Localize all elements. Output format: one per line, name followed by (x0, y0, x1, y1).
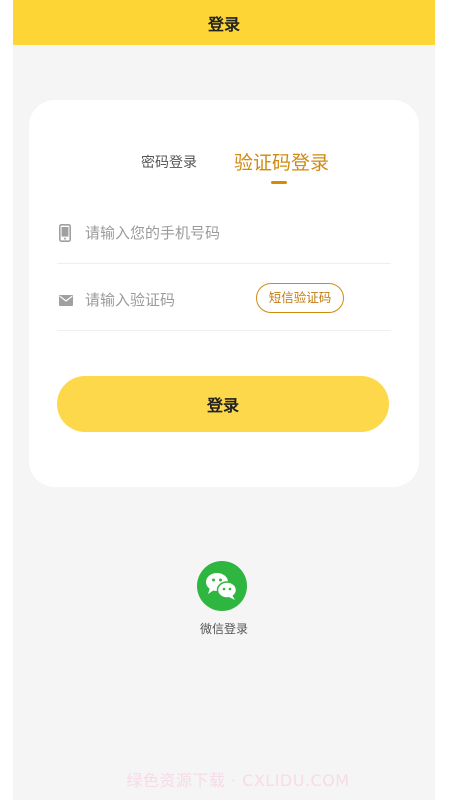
active-tab-indicator (271, 181, 287, 184)
code-field: 短信验证码 (57, 270, 391, 331)
phone-field (57, 203, 391, 264)
send-sms-code-button[interactable]: 短信验证码 (256, 283, 344, 313)
login-screen: 登录 密码登录 验证码登录 短信验证码 (13, 0, 435, 800)
phone-input[interactable] (83, 219, 257, 247)
wechat-login-button[interactable] (197, 561, 247, 611)
top-bar: 登录 (13, 0, 435, 45)
wechat-icon (206, 573, 238, 600)
tab-code-login[interactable]: 验证码登录 (234, 148, 329, 175)
login-button[interactable]: 登录 (57, 376, 389, 432)
watermark: 绿色资源下载 · CXLIDU.COM (126, 771, 350, 790)
page-title: 登录 (207, 14, 240, 34)
wechat-login-label: 微信登录 (199, 622, 248, 636)
phone-icon (59, 224, 71, 246)
tab-password-login[interactable]: 密码登录 (141, 152, 197, 172)
login-card: 密码登录 验证码登录 短信验证码 登录 (29, 100, 419, 487)
code-input[interactable] (83, 286, 257, 314)
mail-icon (59, 291, 73, 310)
